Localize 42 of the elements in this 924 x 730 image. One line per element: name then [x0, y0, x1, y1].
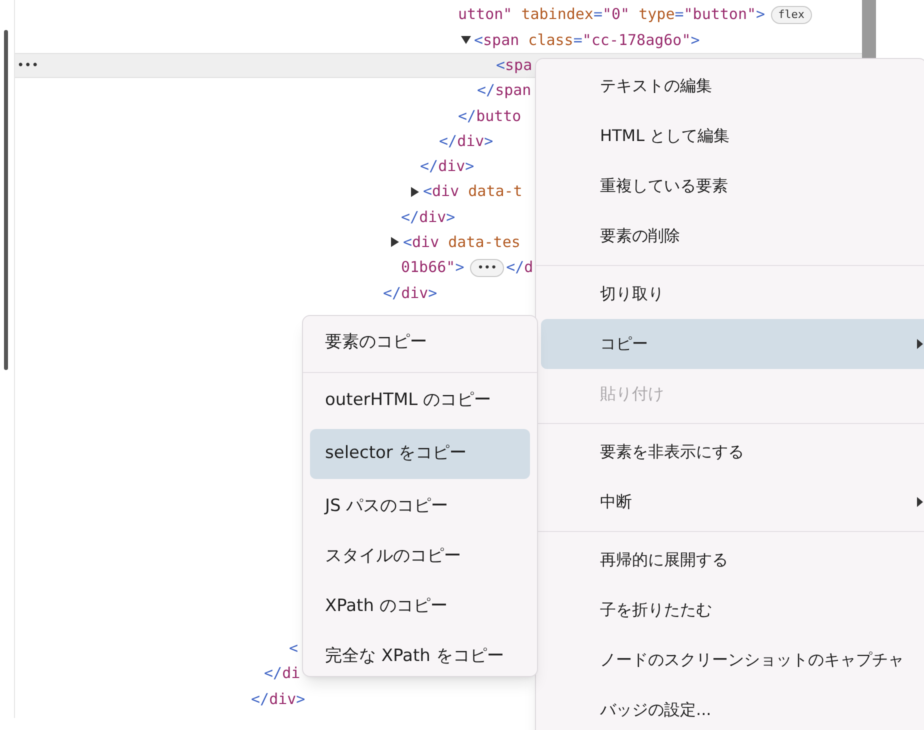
code-text: <	[289, 638, 298, 659]
collapsed-triangle-icon[interactable]	[389, 236, 401, 248]
code-text: 01b66">	[401, 257, 464, 278]
code-badge[interactable]: flex	[771, 6, 812, 24]
code-text: utton" tabindex="0" type="button">	[458, 4, 766, 26]
code-text: </di	[264, 663, 300, 684]
code-text: <div data-tes	[403, 232, 520, 254]
menu-item[interactable]: JS パスのコピー	[303, 482, 537, 532]
code-text: </span	[477, 80, 532, 102]
menu-item[interactable]: 完全な XPath をコピー	[303, 632, 537, 682]
menu-item[interactable]: 要素を非表示にする	[600, 440, 744, 464]
code-text: </div>	[251, 688, 306, 710]
code-text: </div>	[401, 206, 456, 228]
menu-item[interactable]: 子を折りたたむ	[600, 598, 712, 622]
menu-item[interactable]: スタイルのコピー	[303, 532, 537, 582]
menu-item[interactable]: ノードのスクリーンショットのキャプチャ	[600, 648, 904, 672]
menu-item[interactable]: XPath のコピー	[303, 582, 537, 632]
menu-item[interactable]: 要素の削除	[600, 224, 680, 248]
menu-item[interactable]: 切り取り	[600, 282, 664, 306]
menu-item[interactable]: コピー	[600, 332, 648, 356]
code-text: <spa	[496, 54, 532, 76]
menu-item[interactable]: 中断	[600, 490, 632, 514]
code-text: </butto	[458, 106, 522, 127]
menu-item[interactable]: 要素のコピー	[303, 318, 537, 368]
code-badge[interactable]: •••	[470, 258, 504, 277]
collapsed-triangle-icon[interactable]	[409, 186, 421, 198]
expanded-triangle-icon[interactable]	[460, 34, 472, 46]
scrollbar-thumb[interactable]	[862, 0, 876, 60]
menu-item[interactable]: HTML として編集	[600, 124, 730, 148]
menu-item[interactable]: outerHTML のコピー	[303, 376, 537, 426]
menu-item[interactable]: バッジの設定...	[600, 698, 712, 722]
menu-item[interactable]: selector をコピー	[310, 429, 530, 479]
row-actions-text[interactable]: •••	[17, 54, 39, 76]
code-text: </d	[506, 258, 534, 276]
code-text: </div>	[383, 282, 438, 304]
code-text: <span class="cc-178ag6o">	[474, 30, 700, 51]
code-text: <div data-t	[423, 181, 522, 202]
code-text: </div>	[439, 130, 494, 152]
code-text: </div>	[420, 156, 474, 178]
menu-item[interactable]: 再帰的に展開する	[600, 548, 728, 572]
splitter-handle[interactable]	[4, 30, 8, 370]
menu-item[interactable]: 重複している要素	[600, 174, 728, 198]
